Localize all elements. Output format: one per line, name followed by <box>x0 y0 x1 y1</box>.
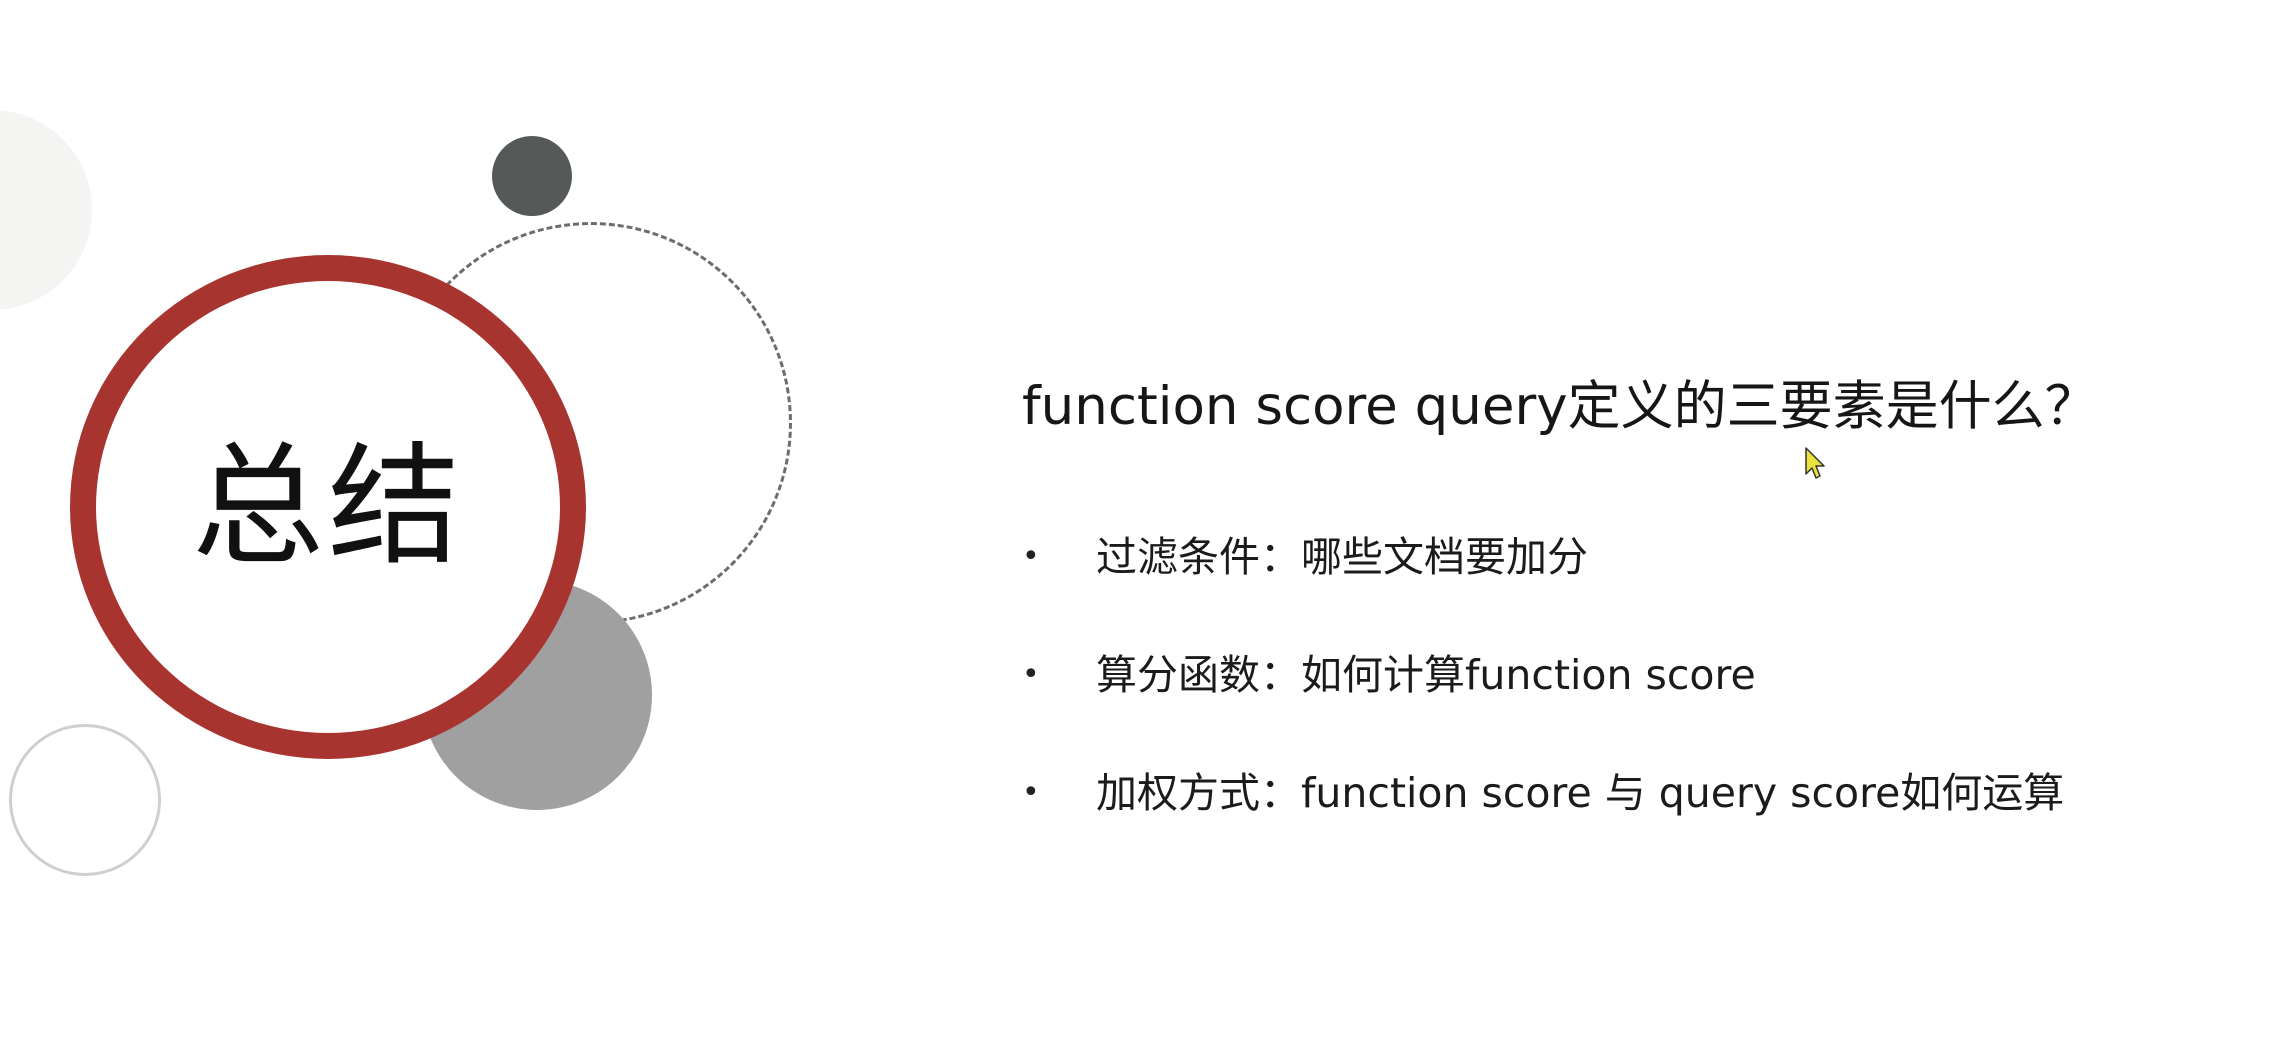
bullet-text: 加权方式：function score 与 query score如何运算 <box>1096 769 2065 817</box>
list-item: • 加权方式：function score 与 query score如何运算 <box>1022 734 2064 852</box>
bullet-list: • 过滤条件：哪些文档要加分 • 算分函数：如何计算function score… <box>1022 498 2064 852</box>
title-ring: 总结 <box>70 255 586 759</box>
bullet-text: 算分函数：如何计算function score <box>1096 651 1756 699</box>
list-item: • 过滤条件：哪些文档要加分 <box>1022 498 2064 616</box>
question-heading: function score query定义的三要素是什么？ <box>1022 376 2098 437</box>
bullet-symbol: • <box>1022 539 1040 574</box>
decorative-outline-circle <box>9 724 161 876</box>
mouse-pointer-icon <box>1805 447 1825 479</box>
bullet-symbol: • <box>1022 775 1040 810</box>
list-item: • 算分函数：如何计算function score <box>1022 616 2064 734</box>
decorative-light-circle <box>0 110 92 310</box>
slide: 总结 function score query定义的三要素是什么？ • 过滤条件… <box>0 0 2296 1060</box>
bullet-text: 过滤条件：哪些文档要加分 <box>1096 533 1588 581</box>
slide-title: 总结 <box>192 430 464 584</box>
bullet-symbol: • <box>1022 657 1040 692</box>
decorative-dark-circle <box>492 136 572 216</box>
